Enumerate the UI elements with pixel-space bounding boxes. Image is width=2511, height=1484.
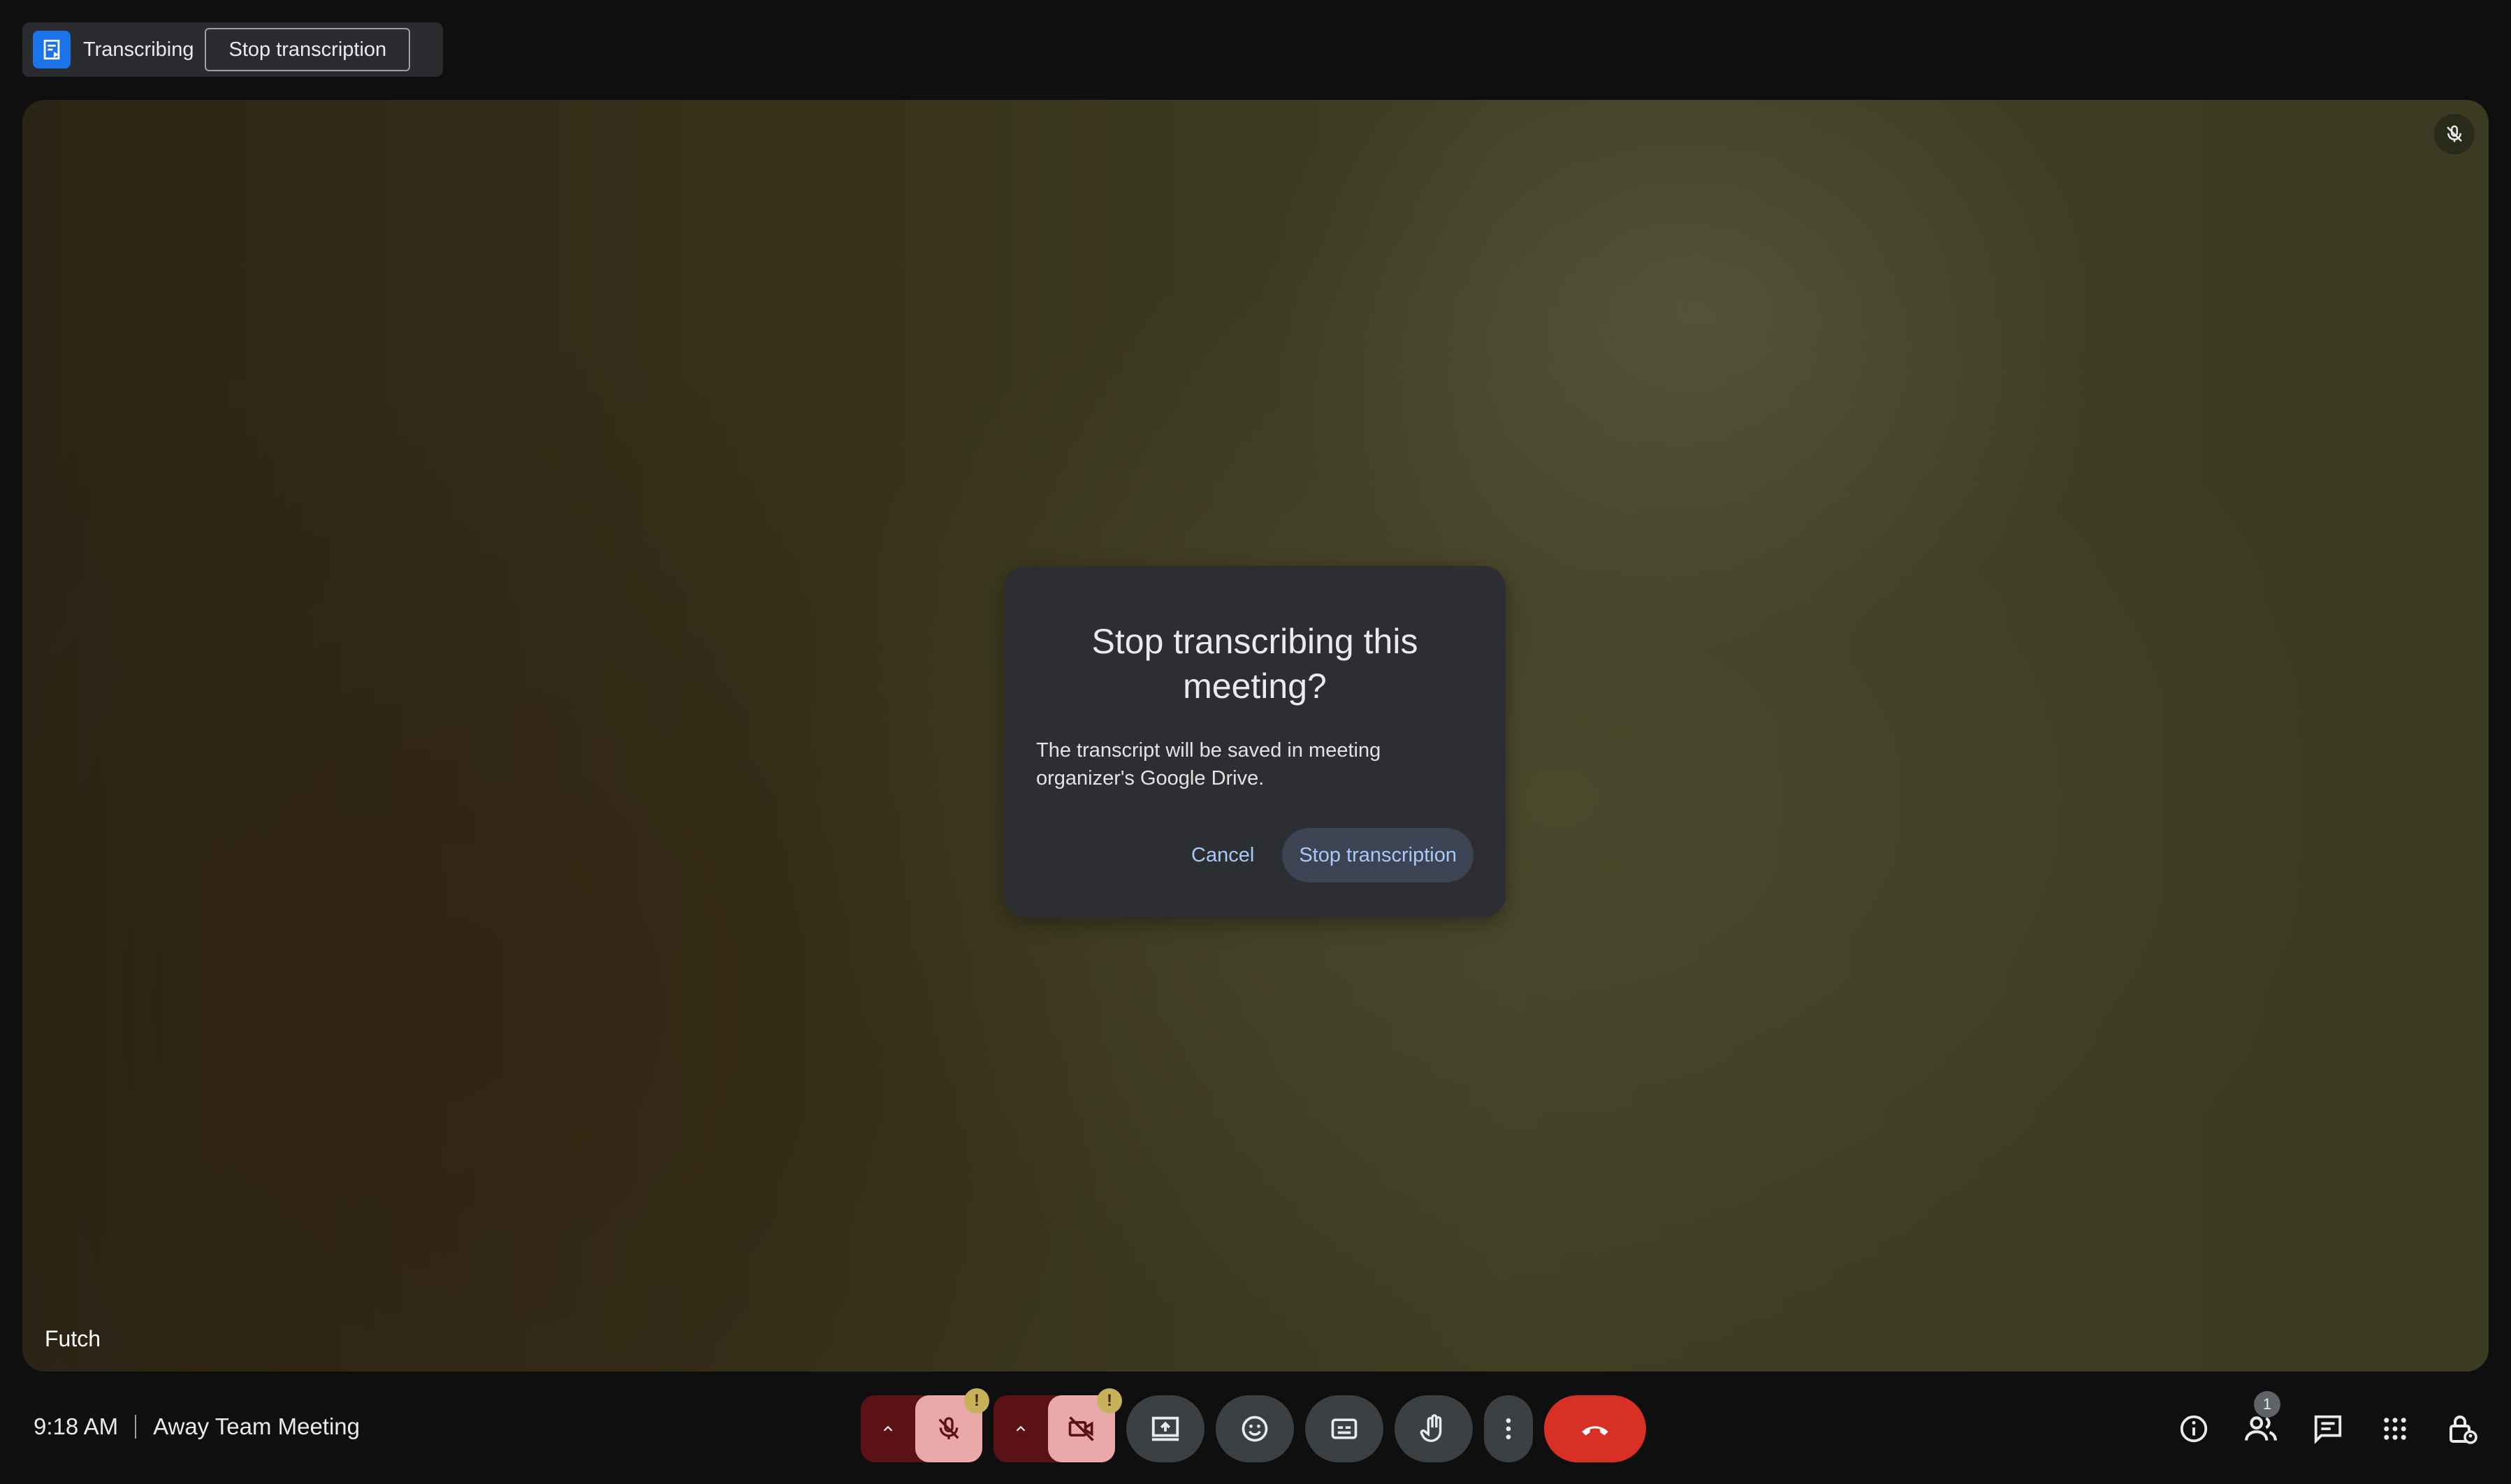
- microphone-button[interactable]: !: [915, 1388, 989, 1462]
- clock-time: 9:18 AM: [34, 1413, 119, 1439]
- transcribing-bar: Transcribing Stop transcription: [22, 22, 443, 77]
- info-icon: [2180, 1415, 2208, 1443]
- hand-icon: [1420, 1414, 1442, 1442]
- mic-control: !: [861, 1388, 989, 1462]
- call-end-icon: [1582, 1426, 1608, 1436]
- mic-warning-badge: !: [964, 1388, 989, 1413]
- captions-button[interactable]: [1305, 1395, 1383, 1462]
- chat-button[interactable]: [2300, 1401, 2356, 1457]
- camera-warning-badge: !: [1097, 1388, 1122, 1413]
- cancel-button[interactable]: Cancel: [1176, 828, 1269, 882]
- side-panel-controls: 1: [2155, 1391, 2490, 1457]
- present-screen-icon: [1151, 1416, 1179, 1441]
- camera-button[interactable]: !: [1048, 1388, 1122, 1462]
- people-icon: [2245, 1416, 2277, 1441]
- bottom-bar: 9:18 AM Away Team Meeting ! ! 1: [0, 1372, 2511, 1484]
- meeting-title: Away Team Meeting: [153, 1413, 361, 1439]
- participant-name: Futch: [45, 1326, 101, 1351]
- camera-off-icon: [1068, 1416, 1094, 1441]
- dialog-title: Stop transcribing this meeting?: [1091, 622, 1418, 706]
- chevron-up-icon: [883, 1425, 893, 1432]
- mic-options-button[interactable]: [861, 1395, 915, 1462]
- dialog-body: The transcript will be saved in meeting …: [1036, 739, 1381, 790]
- transcript-icon: [33, 31, 71, 68]
- more-vert-icon: [1506, 1418, 1511, 1439]
- mic-off-icon: [938, 1417, 959, 1439]
- divider: [135, 1415, 137, 1439]
- camera-options-button[interactable]: [994, 1395, 1048, 1462]
- more-options-button[interactable]: [1484, 1395, 1533, 1462]
- meeting-info: 9:18 AM Away Team Meeting: [34, 1413, 360, 1440]
- stop-transcription-dialog: Stop transcribing this meeting? The tran…: [1004, 566, 1506, 917]
- chat-icon: [2314, 1415, 2342, 1444]
- host-controls-button[interactable]: [2434, 1401, 2490, 1457]
- chevron-up-icon: [1016, 1425, 1026, 1432]
- transcribing-status: Transcribing: [83, 38, 194, 61]
- dialog-actions: Cancel Stop transcription: [1176, 828, 1473, 882]
- people-count-badge: 1: [2254, 1391, 2280, 1418]
- mic-off-icon: [2434, 114, 2475, 154]
- raise-hand-button[interactable]: [1395, 1395, 1473, 1462]
- stop-transcription-top-button[interactable]: Stop transcription: [205, 28, 411, 71]
- people-button[interactable]: 1: [2233, 1391, 2289, 1457]
- captions-icon: [1331, 1418, 1358, 1439]
- present-button[interactable]: [1126, 1395, 1204, 1462]
- activities-button[interactable]: [2367, 1401, 2423, 1457]
- emoji-icon: [1242, 1416, 1268, 1442]
- stop-transcription-button[interactable]: Stop transcription: [1282, 828, 1473, 882]
- leave-call-button[interactable]: [1544, 1395, 1646, 1462]
- meeting-details-button[interactable]: [2166, 1401, 2222, 1457]
- camera-control: !: [994, 1388, 1122, 1462]
- reactions-button[interactable]: [1216, 1395, 1294, 1462]
- call-controls: ! !: [861, 1388, 1646, 1462]
- apps-icon: [2384, 1418, 2406, 1440]
- host-controls-icon: [2450, 1416, 2477, 1444]
